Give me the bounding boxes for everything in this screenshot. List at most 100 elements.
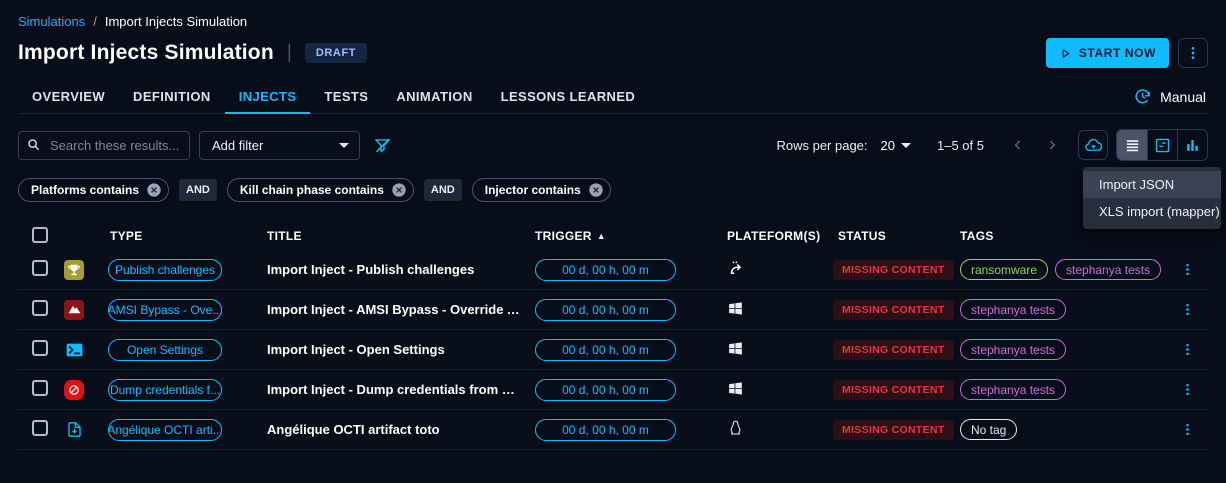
- chevron-down-icon: [339, 143, 349, 148]
- search-input[interactable]: [18, 131, 190, 160]
- clear-filters-button[interactable]: [373, 136, 392, 155]
- previous-page-button[interactable]: [1006, 133, 1030, 157]
- inject-type-chip: Publish challenges: [108, 259, 222, 281]
- filter-operator[interactable]: AND: [179, 179, 217, 201]
- tab-injects[interactable]: INJECTS: [225, 80, 311, 113]
- row-menu-button[interactable]: [1178, 380, 1197, 399]
- table-row[interactable]: Open Settings Import Inject - Open Setti…: [18, 330, 1208, 370]
- column-header-type[interactable]: TYPE: [100, 229, 260, 243]
- row-menu-button[interactable]: [1178, 420, 1197, 439]
- row-menu-button[interactable]: [1178, 340, 1197, 359]
- inject-type-chip: Open Settings: [108, 339, 222, 361]
- inject-title[interactable]: Import Inject - Dump credentials from Wi…: [260, 382, 525, 397]
- rows-per-page-label: Rows per page:: [776, 138, 867, 153]
- chevron-down-icon: [901, 143, 911, 148]
- update-mode-label: Manual: [1160, 89, 1206, 105]
- inject-title[interactable]: Angélique OCTI artifact toto: [260, 422, 525, 437]
- filter-operator[interactable]: AND: [424, 179, 462, 201]
- tag-chip[interactable]: stephanya tests: [960, 339, 1066, 360]
- remove-filter-icon[interactable]: [588, 182, 604, 198]
- tab-tests[interactable]: TESTS: [310, 80, 382, 113]
- filter-chip-platforms[interactable]: Platforms contains: [18, 178, 169, 202]
- distribution-view-button[interactable]: [1147, 130, 1177, 160]
- simulation-menu-button[interactable]: [1178, 38, 1208, 68]
- chart-view-button[interactable]: [1177, 130, 1207, 160]
- add-filter-select[interactable]: Add filter: [199, 131, 360, 160]
- status-badge: MISSING CONTENT: [833, 340, 954, 360]
- table-row[interactable]: AMSI Bypass - Ove... Import Inject - AMS…: [18, 290, 1208, 330]
- breadcrumb-simulations-link[interactable]: Simulations: [18, 14, 85, 29]
- inject-title[interactable]: Import Inject - Publish challenges: [260, 262, 525, 277]
- column-header-status[interactable]: STATUS: [830, 229, 950, 243]
- active-filters: Platforms contains AND Kill chain phase …: [18, 178, 1208, 202]
- tag-chip[interactable]: No tag: [960, 419, 1017, 440]
- filter-chip-injector[interactable]: Injector contains: [472, 178, 611, 202]
- bar-chart-icon: [1184, 137, 1201, 154]
- menu-item-xls-import[interactable]: XLS import (mapper): [1083, 198, 1221, 225]
- distribution-view-icon: [1154, 137, 1171, 154]
- unknown-platform-icon: [727, 259, 745, 280]
- start-now-button[interactable]: START NOW: [1046, 38, 1169, 68]
- row-menu-button[interactable]: [1178, 300, 1197, 319]
- inject-title[interactable]: Import Inject - Open Settings: [260, 342, 525, 357]
- table-row[interactable]: Publish challenges Import Inject - Publi…: [18, 250, 1208, 290]
- vertical-dots-icon: [1180, 422, 1195, 437]
- import-button[interactable]: [1078, 130, 1108, 160]
- import-dropdown-menu: Import JSON XLS import (mapper): [1083, 167, 1221, 229]
- select-all-checkbox[interactable]: [32, 227, 48, 243]
- table-row[interactable]: Angélique OCTI arti... Angélique OCTI ar…: [18, 410, 1208, 450]
- tag-chip[interactable]: stephanya tests: [960, 379, 1066, 400]
- inject-title[interactable]: Import Inject - AMSI Bypass - Override A…: [260, 302, 525, 317]
- filter-chip-kill-chain-phase[interactable]: Kill chain phase contains: [227, 178, 414, 202]
- trigger-chip: 00 d, 00 h, 00 m: [535, 339, 676, 361]
- column-header-tags[interactable]: TAGS: [950, 229, 1150, 243]
- breadcrumb: Simulations / Import Injects Simulation: [18, 14, 1208, 29]
- table-row[interactable]: Dump credentials f... Import Inject - Du…: [18, 370, 1208, 410]
- remove-filter-icon[interactable]: [391, 182, 407, 198]
- next-page-button[interactable]: [1040, 133, 1064, 157]
- windows-icon: [727, 300, 744, 320]
- tag-chip[interactable]: stephanya tests: [1055, 259, 1161, 280]
- remove-filter-icon[interactable]: [146, 182, 162, 198]
- breadcrumb-current: Import Injects Simulation: [105, 14, 247, 29]
- row-checkbox[interactable]: [32, 380, 48, 396]
- row-checkbox[interactable]: [32, 260, 48, 276]
- trigger-chip: 00 d, 00 h, 00 m: [535, 379, 676, 401]
- cloud-upload-icon: [1084, 136, 1103, 155]
- tag-chip[interactable]: ransomware: [960, 259, 1048, 280]
- search-box: [18, 131, 190, 160]
- pagination-range: 1–5 of 5: [937, 138, 984, 153]
- list-view-button[interactable]: [1117, 130, 1147, 160]
- status-badge: MISSING CONTENT: [833, 260, 954, 280]
- caldera-icon: [64, 300, 84, 320]
- tab-definition[interactable]: DEFINITION: [119, 80, 225, 113]
- windows-icon: [727, 340, 744, 360]
- menu-item-import-json[interactable]: Import JSON: [1083, 171, 1221, 198]
- tag-chip[interactable]: stephanya tests: [960, 299, 1066, 320]
- row-checkbox[interactable]: [32, 300, 48, 316]
- inject-type-chip: AMSI Bypass - Ove...: [108, 299, 222, 321]
- list-view-icon: [1124, 137, 1141, 154]
- tab-lessons-learned[interactable]: LESSONS LEARNED: [487, 80, 650, 113]
- trigger-chip: 00 d, 00 h, 00 m: [535, 299, 676, 321]
- trigger-chip: 00 d, 00 h, 00 m: [535, 419, 676, 441]
- play-icon: [1059, 47, 1072, 60]
- add-filter-label: Add filter: [212, 138, 263, 153]
- column-header-platforms[interactable]: PLATEFORM(S): [720, 229, 830, 243]
- tab-animation[interactable]: ANIMATION: [382, 80, 486, 113]
- row-menu-button[interactable]: [1178, 260, 1197, 279]
- row-checkbox[interactable]: [32, 420, 48, 436]
- rows-per-page-select[interactable]: 20: [881, 138, 911, 153]
- vertical-dots-icon: [1180, 262, 1195, 277]
- vertical-dots-icon: [1185, 45, 1201, 61]
- tab-overview[interactable]: OVERVIEW: [18, 80, 119, 113]
- trigger-chip: 00 d, 00 h, 00 m: [535, 259, 676, 281]
- file-import-icon: [64, 420, 84, 440]
- column-header-title[interactable]: TITLE: [260, 229, 525, 243]
- chevron-left-icon: [1010, 137, 1026, 153]
- status-badge: MISSING CONTENT: [833, 300, 954, 320]
- chevron-right-icon: [1044, 137, 1060, 153]
- column-header-trigger[interactable]: TRIGGER ▲: [525, 229, 720, 243]
- row-checkbox[interactable]: [32, 340, 48, 356]
- update-mode-toggle[interactable]: Manual: [1133, 80, 1208, 113]
